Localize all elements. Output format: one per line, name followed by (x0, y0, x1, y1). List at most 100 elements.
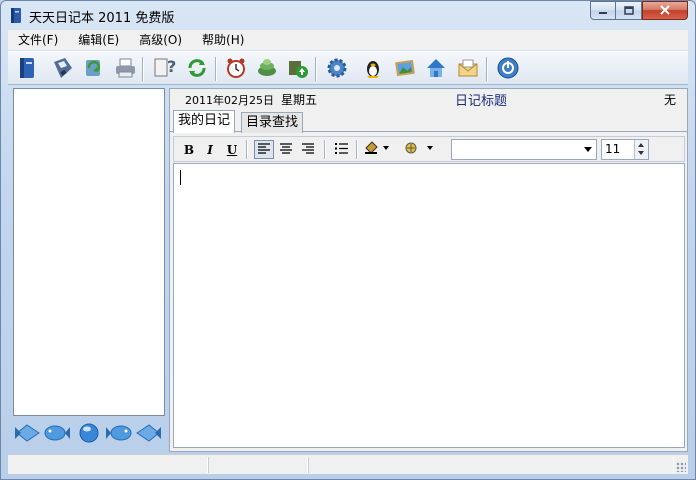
first-fish-icon (13, 421, 41, 448)
printer-icon (113, 56, 137, 83)
menu-advanced[interactable]: 高级(O) (129, 30, 192, 50)
minimize-icon (598, 4, 608, 18)
format-separator (356, 140, 358, 159)
next-entry-button[interactable] (105, 421, 133, 447)
highlight-marker-icon (403, 140, 435, 159)
tab-my-diary[interactable]: 我的日记 (173, 110, 236, 133)
diary-date-list[interactable] (13, 88, 165, 416)
align-left-button[interactable] (254, 140, 274, 159)
menu-file[interactable]: 文件(F) (8, 30, 68, 50)
entry-date[interactable]: 2011年02月25日 (185, 92, 274, 108)
maximize-button[interactable] (616, 1, 642, 20)
main-toolbar: ? (8, 51, 688, 85)
format-separator (246, 140, 248, 159)
bullet-list-icon (334, 142, 348, 157)
status-cell-3 (308, 457, 674, 473)
sync-button[interactable] (184, 56, 210, 82)
spin-down-icon (638, 151, 644, 155)
diary-panel: 2011年02月25日 星期五 日记标题 无 我的日记 目录查找 B I U 1… (169, 88, 688, 452)
toolbar-separator (486, 57, 488, 81)
resize-grip[interactable] (676, 462, 686, 472)
help-lookup-icon: ? (152, 56, 176, 83)
bullet-list-button[interactable] (331, 140, 351, 159)
entry-header: 2011年02月25日 星期五 日记标题 无 (170, 89, 687, 109)
view-tabs: 我的日记 目录查找 (170, 110, 687, 133)
toolbar-separator (315, 57, 317, 81)
tab-catalog-search[interactable]: 目录查找 (241, 112, 304, 133)
last-fish-icon (135, 421, 163, 448)
picture-button[interactable] (392, 56, 418, 82)
previous-entry-button[interactable] (43, 421, 71, 447)
save-disk-icon (51, 56, 75, 83)
font-size-stepper[interactable]: 11 (601, 139, 649, 160)
first-entry-button[interactable] (13, 421, 41, 447)
close-button[interactable] (642, 1, 688, 20)
settings-button[interactable] (324, 56, 350, 82)
status-cell-1 (8, 457, 208, 473)
spin-up-icon (638, 143, 644, 147)
upload-button[interactable] (285, 56, 311, 82)
next-fish-icon (105, 421, 133, 448)
exit-button[interactable] (495, 56, 521, 82)
alarm-clock-icon (224, 56, 248, 83)
format-toolbar: B I U 11 (173, 136, 685, 162)
bold-button[interactable]: B (179, 140, 199, 159)
print-button[interactable] (112, 56, 138, 82)
align-right-icon (302, 142, 314, 157)
highlight-color-button[interactable] (402, 140, 436, 159)
text-caret (180, 170, 181, 185)
font-name-select[interactable] (451, 139, 597, 160)
diary-editor[interactable] (173, 163, 685, 448)
save-button[interactable] (50, 56, 76, 82)
menu-help[interactable]: 帮助(H) (192, 30, 254, 50)
paint-bucket-icon (363, 140, 391, 159)
underline-button[interactable]: U (222, 140, 242, 159)
diary-book-icon (16, 56, 38, 83)
window-title: 天天日记本 2011 免费版 (29, 11, 175, 26)
sync-icon (185, 56, 209, 83)
upload-icon (286, 56, 310, 83)
minimize-button[interactable] (590, 1, 616, 20)
picture-frame-icon (393, 56, 417, 83)
mail-button[interactable] (455, 56, 481, 82)
menu-edit[interactable]: 编辑(E) (68, 30, 129, 50)
font-size-value: 11 (605, 142, 621, 156)
diary-book-button[interactable] (14, 56, 40, 82)
toolbar-separator (142, 57, 144, 81)
refresh-disk-icon (81, 56, 105, 83)
reminder-button[interactable] (223, 56, 249, 82)
home-icon (424, 56, 448, 83)
maximize-icon (623, 4, 634, 18)
align-center-icon (280, 142, 292, 157)
entry-weekday: 星期五 (281, 93, 318, 107)
last-entry-button[interactable] (135, 421, 163, 447)
date-navigation (13, 419, 165, 449)
close-icon (660, 4, 670, 18)
entry-title[interactable]: 日记标题 (455, 90, 507, 109)
chevron-down-icon (584, 147, 592, 152)
svg-text:?: ? (167, 57, 176, 76)
align-right-button[interactable] (298, 140, 318, 159)
previous-fish-icon (43, 421, 71, 448)
format-separator (324, 140, 326, 159)
entry-category[interactable]: 无 (664, 91, 676, 108)
font-size-spin[interactable] (634, 140, 648, 159)
text-color-button[interactable] (362, 140, 392, 159)
home-button[interactable] (423, 56, 449, 82)
status-bar (8, 454, 688, 474)
align-left-icon (258, 142, 270, 157)
mail-envelope-icon (456, 56, 480, 83)
qq-button[interactable] (360, 56, 386, 82)
today-ball-icon (77, 421, 101, 448)
app-book-icon (9, 7, 23, 24)
align-center-button[interactable] (276, 140, 296, 159)
title-bar[interactable]: 天天日记本 2011 免费版 (1, 1, 695, 29)
today-button[interactable] (75, 421, 103, 447)
database-button[interactable] (254, 56, 280, 82)
help-button[interactable]: ? (151, 56, 177, 82)
database-icon (255, 56, 279, 83)
refresh-save-button[interactable] (80, 56, 106, 82)
italic-button[interactable]: I (200, 140, 220, 159)
qq-penguin-icon (361, 56, 385, 83)
app-window: 天天日记本 2011 免费版 文件(F) 编辑(E) 高级(O) 帮助(H) ?… (0, 0, 696, 480)
